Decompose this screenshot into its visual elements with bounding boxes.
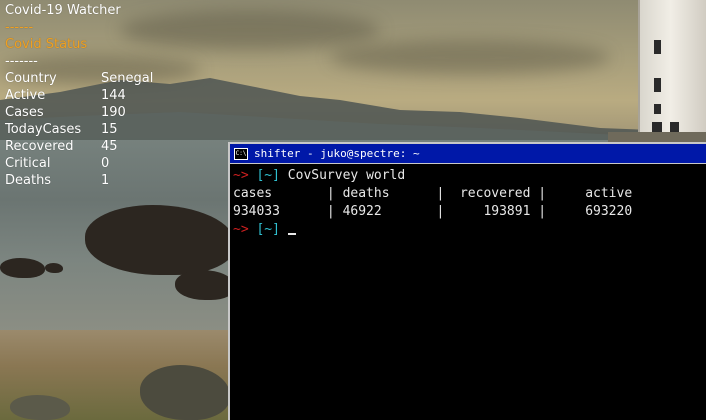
wallpaper-rock	[45, 263, 63, 273]
widget-separator: -------	[5, 54, 38, 69]
stat-value: Senegal	[101, 71, 154, 86]
stat-row-recovered: Recovered 45	[5, 138, 205, 155]
prompt-arrow: ~>	[233, 222, 249, 237]
stat-row-country: Country Senegal	[5, 70, 205, 87]
terminal-title: shifter - juko@spectre: ~	[254, 147, 420, 160]
prompt-directory: [~]	[256, 168, 280, 183]
stat-value: 45	[101, 139, 118, 154]
stat-row-critical: Critical 0	[5, 155, 205, 172]
lighthouse-base	[608, 132, 706, 142]
covid-watcher-widget: Covid-19 Watcher ------ Covid Status ---…	[5, 2, 205, 189]
stat-value: 190	[101, 105, 126, 120]
stat-label: Deaths	[5, 173, 52, 188]
prompt-directory: [~]	[256, 222, 280, 237]
lighthouse-window	[654, 78, 661, 92]
stat-row-active: Active 144	[5, 87, 205, 104]
terminal-titlebar[interactable]: C:\ shifter - juko@spectre: ~	[230, 144, 706, 164]
stat-row-cases: Cases 190	[5, 104, 205, 121]
stat-label: Country	[5, 71, 57, 86]
wallpaper-rock	[175, 270, 235, 300]
output-table-header: cases | deaths | recovered | active	[233, 186, 633, 201]
command-text: CovSurvey world	[287, 168, 406, 183]
stat-label: Recovered	[5, 139, 74, 154]
lighthouse-window	[654, 40, 661, 54]
wallpaper-rock	[10, 395, 70, 420]
stat-value: 1	[101, 173, 110, 188]
stat-label: TodayCases	[5, 122, 82, 137]
stat-row-deaths: Deaths 1	[5, 172, 205, 189]
stat-row-todaycases: TodayCases 15	[5, 121, 205, 138]
stat-label: Cases	[5, 105, 44, 120]
widget-status-heading: Covid Status	[5, 37, 88, 52]
stat-value: 144	[101, 88, 126, 103]
stat-label: Active	[5, 88, 46, 103]
text-cursor	[287, 233, 296, 235]
output-table-row: 934033 | 46922 | 193891 | 693220	[233, 204, 633, 219]
stat-value: 15	[101, 122, 118, 137]
desktop-wallpaper: Covid-19 Watcher ------ Covid Status ---…	[0, 0, 706, 420]
widget-separator: ------	[5, 20, 34, 35]
terminal-output[interactable]: ~> [~] CovSurvey world cases | deaths | r…	[230, 164, 706, 239]
lighthouse-window	[654, 104, 661, 114]
terminal-window[interactable]: C:\ shifter - juko@spectre: ~ ~> [~] Cov…	[228, 142, 706, 420]
prompt-arrow: ~>	[233, 168, 249, 183]
stat-label: Critical	[5, 156, 51, 171]
stat-value: 0	[101, 156, 110, 171]
command-line: ~> [~] CovSurvey world	[233, 167, 706, 185]
active-prompt-line[interactable]: ~> [~]	[233, 221, 706, 239]
wallpaper-rock	[0, 258, 45, 278]
wallpaper-lighthouse	[638, 0, 706, 138]
widget-title: Covid-19 Watcher	[5, 3, 121, 18]
terminal-icon[interactable]: C:\	[234, 147, 248, 160]
